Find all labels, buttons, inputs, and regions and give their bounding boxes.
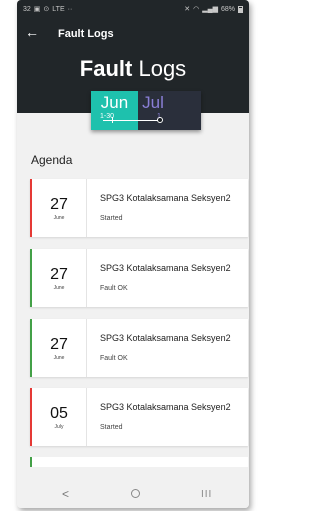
agenda-item[interactable]: 27 June SPG3 Kotalaksamana Seksyen2 Star…: [30, 179, 248, 237]
month-tab-next[interactable]: Jul: [138, 91, 201, 130]
date-month: June: [53, 215, 65, 221]
page-title-rest: Logs: [132, 56, 187, 81]
month-tab-active[interactable]: Jun: [91, 91, 138, 130]
lte-icon: LTE: [52, 5, 65, 13]
date-column: 27 June: [32, 319, 87, 377]
status-left: 32 ▣ ⊙ LTE ··: [23, 5, 73, 14]
event-title: SPG3 Kotalaksamana Seksyen2: [100, 333, 231, 343]
slider-thumb[interactable]: [157, 117, 163, 123]
event-status: Fault OK: [100, 355, 128, 362]
date-day: 05: [50, 405, 68, 422]
event-title: SPG3 Kotalaksamana Seksyen2: [100, 402, 231, 412]
agenda-item[interactable]: 27 June SPG3 Kotalaksamana Seksyen2 Faul…: [30, 319, 248, 377]
month-next-label: Jul: [142, 93, 164, 112]
agenda-heading: Agenda: [31, 153, 73, 167]
status-right: ✕ ◠ ▂▄▆ 68%: [184, 5, 243, 13]
event-status: Started: [100, 215, 123, 222]
event-status: Fault OK: [100, 285, 128, 292]
month-picker: Jun Jul 1-30 1: [91, 91, 201, 130]
status-bar: 32 ▣ ⊙ LTE ·· ✕ ◠ ▂▄▆ 68%: [17, 0, 249, 18]
date-day: 27: [50, 196, 68, 213]
nav-recent-icon[interactable]: III: [201, 489, 212, 500]
status-time: 32: [23, 5, 31, 13]
toolbar-title: Fault Logs: [58, 28, 114, 40]
date-month: June: [53, 355, 65, 361]
sync-icon: ⊙: [43, 6, 50, 13]
event-title: SPG3 Kotalaksamana Seksyen2: [100, 263, 231, 273]
battery-icon: [238, 5, 243, 13]
date-month: June: [53, 285, 65, 291]
battery-percent: 68%: [220, 5, 235, 13]
month-active-label: Jun: [100, 93, 129, 112]
agenda-item[interactable]: 05 July SPG3 Kotalaksamana Seksyen2 Star…: [30, 388, 248, 446]
date-column: 27 June: [32, 249, 87, 307]
page-title: Fault Logs: [17, 56, 249, 82]
date-day: 27: [50, 336, 68, 353]
date-month: July: [54, 424, 64, 430]
slider-tick: [112, 117, 113, 123]
date-day: 27: [50, 266, 68, 283]
phone-screen: 32 ▣ ⊙ LTE ·· ✕ ◠ ▂▄▆ 68% ← Fault Logs F…: [17, 0, 249, 508]
status-indicator: [30, 457, 32, 467]
agenda-item[interactable]: 27 June SPG3 Kotalaksamana Seksyen2 Faul…: [30, 249, 248, 307]
date-column: 27 June: [32, 179, 87, 237]
system-nav-bar: < III: [17, 480, 249, 508]
back-arrow-icon[interactable]: ←: [25, 25, 39, 39]
date-column: 05 July: [32, 388, 87, 446]
page-title-bold: Fault: [79, 56, 133, 81]
mute-icon: ✕: [184, 6, 191, 13]
more-icon: ··: [67, 5, 73, 13]
nav-home-icon[interactable]: [131, 489, 140, 498]
event-title: SPG3 Kotalaksamana Seksyen2: [100, 193, 231, 203]
wifi-icon: ◠: [193, 6, 200, 13]
nav-back-icon[interactable]: <: [62, 487, 69, 501]
signal-icon: ▂▄▆: [202, 6, 218, 13]
gallery-icon: ▣: [33, 6, 41, 13]
agenda-item-partial[interactable]: [30, 457, 248, 467]
event-status: Started: [100, 424, 123, 431]
